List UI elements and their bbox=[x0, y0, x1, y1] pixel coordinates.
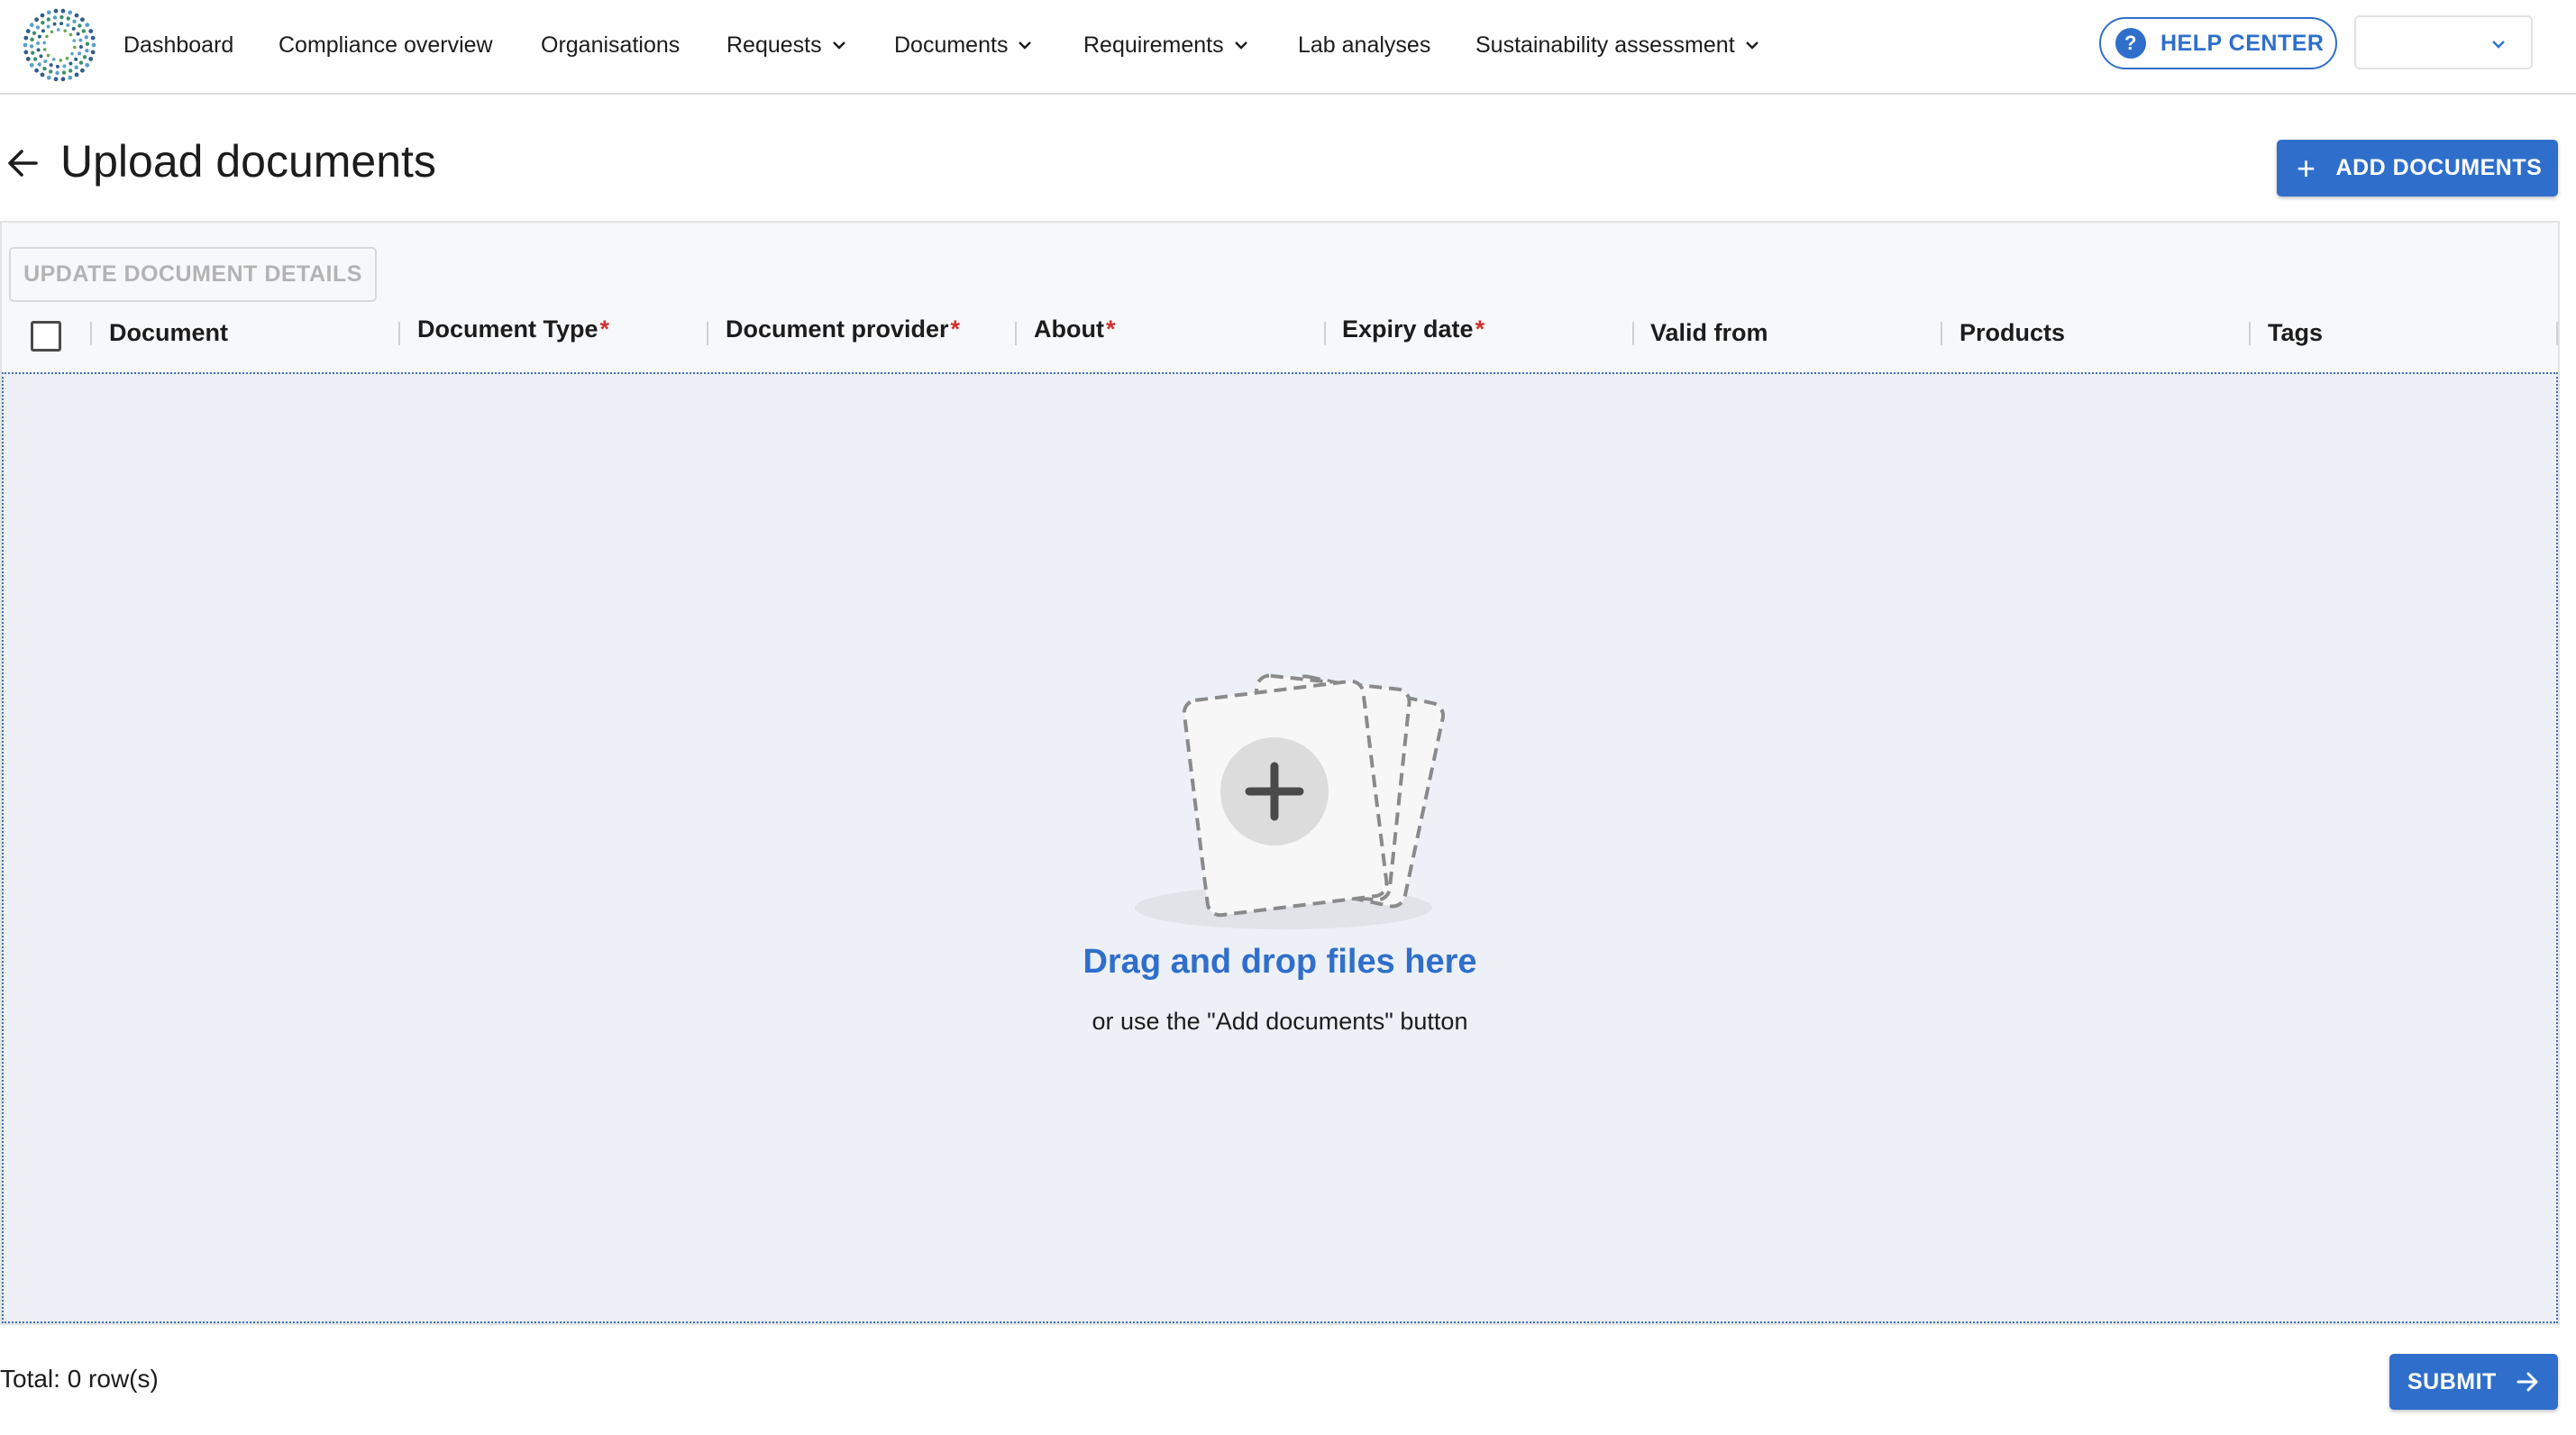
column-header-document-provider[interactable]: Document provider * bbox=[726, 309, 960, 349]
arrow-right-icon bbox=[2517, 1372, 2538, 1392]
table-toolbar: UPDATE DOCUMENT DETAILS Document Documen… bbox=[2, 223, 2558, 372]
column-separator[interactable] bbox=[398, 322, 400, 345]
column-separator[interactable] bbox=[2556, 322, 2558, 345]
column-header-tags[interactable]: Tags bbox=[2268, 313, 2323, 352]
file-dropzone[interactable]: Drag and drop files here or use the "Add… bbox=[2, 372, 2558, 1323]
column-header-label: Expiry date bbox=[1342, 315, 1474, 343]
user-select[interactable] bbox=[2354, 15, 2533, 69]
update-document-details-button[interactable]: UPDATE DOCUMENT DETAILS bbox=[9, 247, 377, 302]
dropzone-subtitle: or use the "Add documents" button bbox=[1092, 1008, 1468, 1035]
nav-item-compliance-overview[interactable]: Compliance overview bbox=[279, 27, 493, 63]
chevron-down-icon bbox=[1019, 41, 1032, 50]
nav-item-requirements[interactable]: Requirements bbox=[1083, 27, 1249, 63]
column-header-label: Products bbox=[1959, 318, 2066, 346]
column-separator[interactable] bbox=[1632, 322, 1634, 345]
nav-item-label: Dashboard bbox=[123, 32, 234, 58]
help-center-label: HELP CENTER bbox=[2160, 30, 2325, 56]
nav-item-label: Documents bbox=[894, 32, 1009, 58]
column-separator[interactable] bbox=[1941, 322, 1942, 345]
column-header-expiry-date[interactable]: Expiry date * bbox=[1342, 309, 1484, 349]
column-header-label: Document bbox=[109, 318, 229, 346]
row-total-count: Total: 0 row(s) bbox=[0, 1365, 159, 1393]
nav-item-documents[interactable]: Documents bbox=[894, 27, 1033, 63]
page-title: Upload documents bbox=[60, 136, 436, 187]
column-separator[interactable] bbox=[707, 322, 708, 345]
nav-item-dashboard[interactable]: Dashboard bbox=[123, 27, 233, 63]
column-header-label: Document provider bbox=[726, 315, 949, 343]
column-header-document-type[interactable]: Document Type * bbox=[417, 309, 609, 349]
required-marker: * bbox=[599, 315, 610, 343]
chevron-down-icon bbox=[1234, 41, 1247, 50]
column-header-label: Tags bbox=[2268, 318, 2324, 346]
nav-item-sustainability-assessment[interactable]: Sustainability assessment bbox=[1475, 27, 1760, 63]
dropzone-title: Drag and drop files here bbox=[1082, 943, 1477, 981]
upload-files-illustration-icon bbox=[1135, 673, 1446, 929]
submit-button[interactable]: SUBMIT bbox=[2389, 1354, 2558, 1410]
column-header-valid-from[interactable]: Valid from bbox=[1650, 313, 1768, 352]
add-documents-label: ADD DOCUMENTS bbox=[2335, 155, 2543, 180]
chevron-down-icon bbox=[2492, 41, 2505, 49]
nav-item-label: Requirements bbox=[1083, 32, 1224, 58]
add-documents-button[interactable]: + ADD DOCUMENTS bbox=[2277, 140, 2558, 197]
column-separator[interactable] bbox=[90, 322, 92, 345]
nav-item-label: Sustainability assessment bbox=[1475, 32, 1735, 58]
column-header-label: Valid from bbox=[1650, 318, 1768, 346]
chevron-down-icon bbox=[1745, 41, 1758, 50]
nav-item-label: Organisations bbox=[541, 32, 681, 58]
arrow-left-icon[interactable] bbox=[5, 146, 40, 180]
required-marker: * bbox=[1475, 315, 1485, 343]
select-all-checkbox[interactable] bbox=[31, 321, 61, 352]
nav-item-label: Compliance overview bbox=[279, 32, 493, 58]
documents-table-panel: UPDATE DOCUMENT DETAILS Document Documen… bbox=[0, 221, 2560, 1325]
required-marker: * bbox=[1105, 315, 1116, 343]
chevron-down-icon bbox=[832, 41, 845, 50]
column-header-about[interactable]: About * bbox=[1034, 309, 1115, 349]
submit-label: SUBMIT bbox=[2407, 1368, 2497, 1394]
nav-item-requests[interactable]: Requests bbox=[726, 27, 847, 63]
column-header-label: About bbox=[1034, 315, 1104, 343]
nav-item-organisations[interactable]: Organisations bbox=[541, 27, 680, 63]
plus-icon: + bbox=[2297, 149, 2316, 187]
help-center-button[interactable]: ? HELP CENTER bbox=[2099, 17, 2337, 69]
nav-item-label: Requests bbox=[726, 32, 822, 58]
column-header-label: Document Type bbox=[417, 315, 598, 343]
logo-icon[interactable] bbox=[22, 7, 97, 83]
column-separator[interactable] bbox=[1324, 322, 1326, 345]
column-header-document[interactable]: Document bbox=[109, 313, 228, 352]
column-separator[interactable] bbox=[1015, 322, 1017, 345]
top-navigation-bar: Dashboard Compliance overview Organisati… bbox=[0, 0, 2576, 95]
column-header-products[interactable]: Products bbox=[1959, 313, 2065, 352]
column-separator[interactable] bbox=[2249, 322, 2251, 345]
required-marker: * bbox=[950, 315, 961, 343]
nav-item-label: Lab analyses bbox=[1298, 32, 1431, 58]
update-document-details-label: UPDATE DOCUMENT DETAILS bbox=[23, 261, 362, 287]
question-circle-icon: ? bbox=[2115, 28, 2146, 59]
nav-item-lab-analyses[interactable]: Lab analyses bbox=[1298, 27, 1430, 63]
